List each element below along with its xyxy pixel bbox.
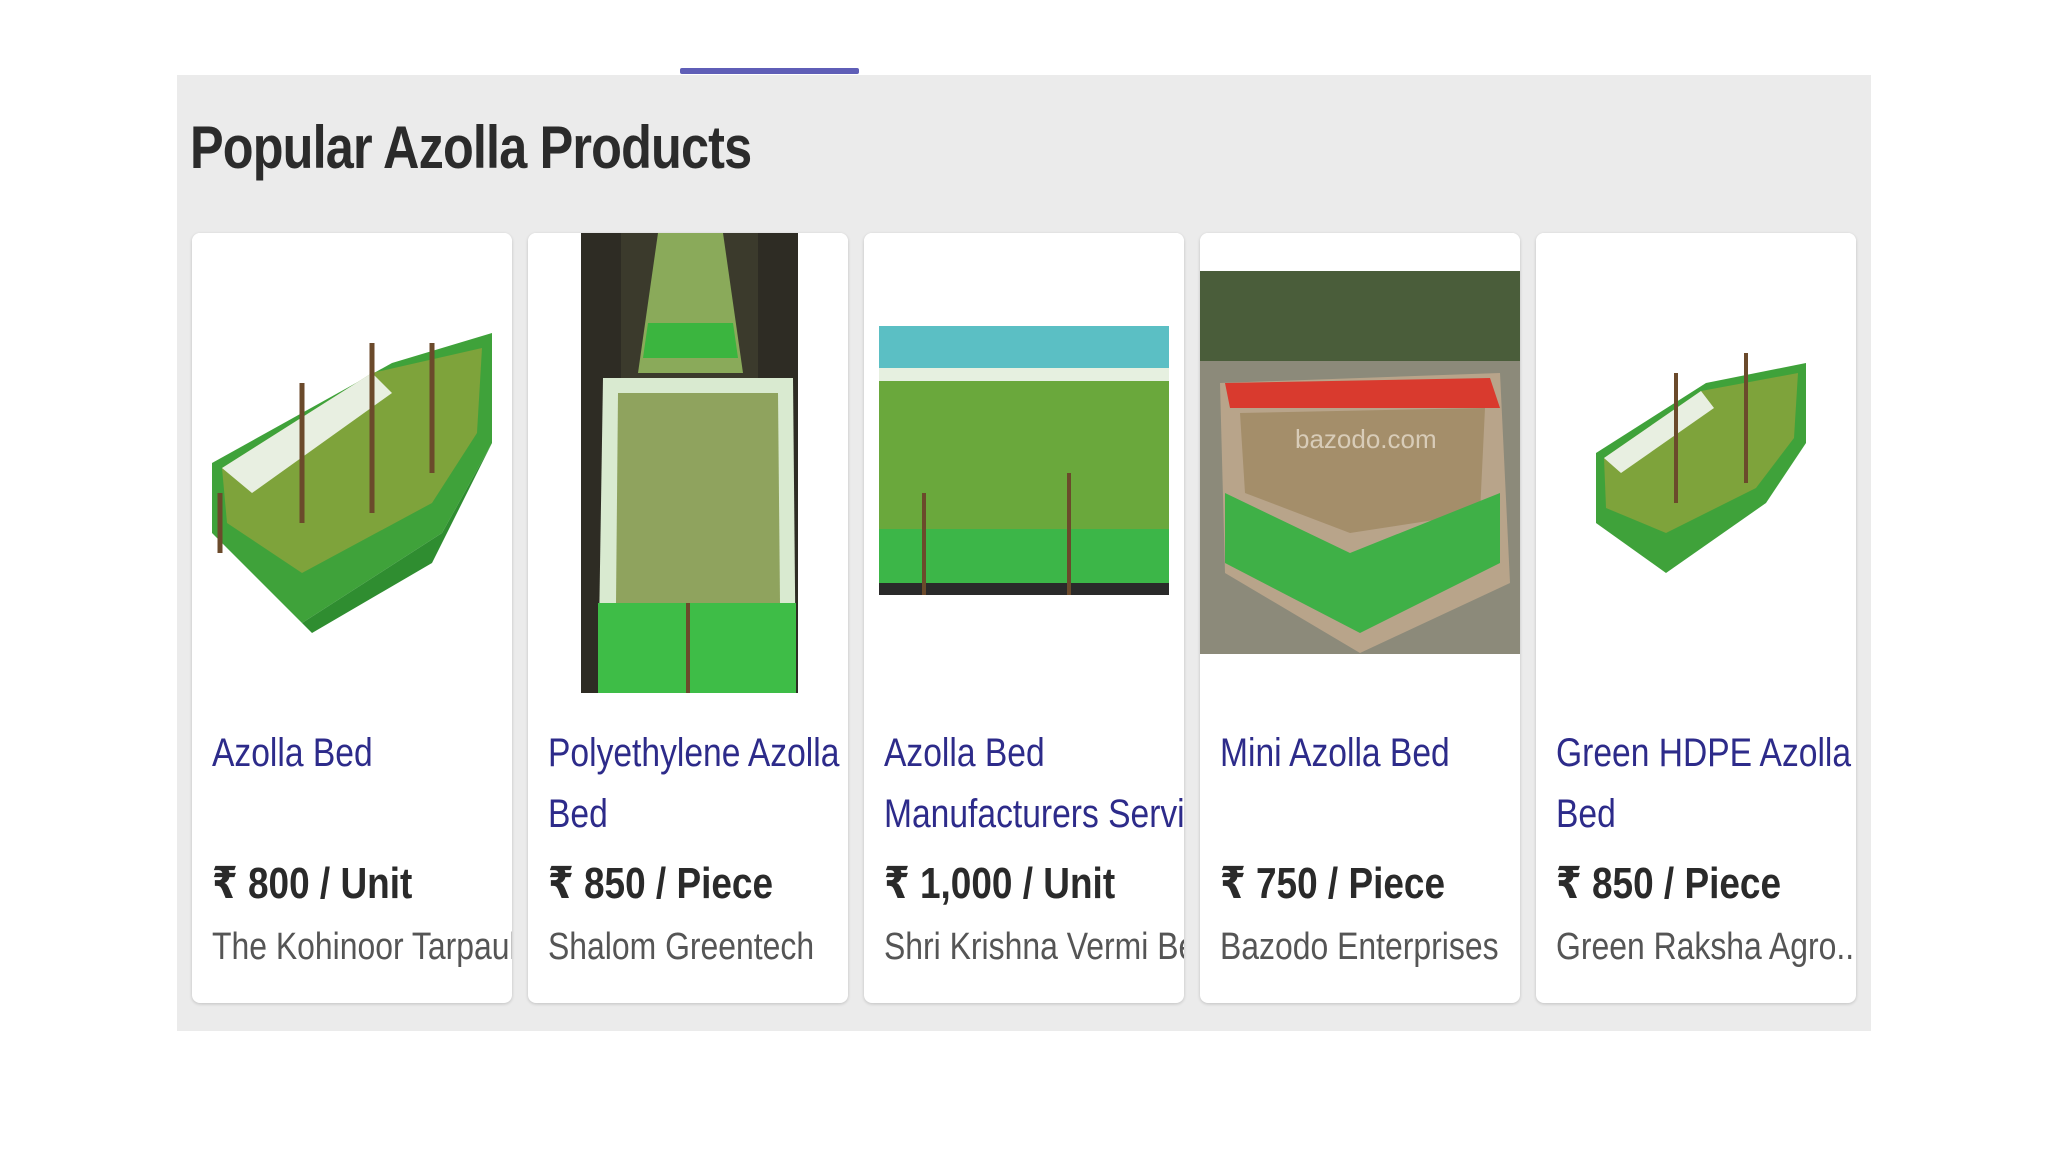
product-price: ₹ 1,000 / Unit [884,859,1116,908]
product-name-link[interactable]: Polyethylene Azolla Bed [548,723,839,845]
product-image[interactable] [864,233,1184,703]
product-name-link[interactable]: Azolla Bed [212,723,460,784]
seller-name-link[interactable]: The Kohinoor Tarpauli... [212,926,512,969]
product-name-link[interactable]: Azolla Bed Manufacturers Service [884,723,1184,845]
product-price: ₹ 850 / Piece [548,859,774,908]
product-card-azolla-bed[interactable]: Azolla Bed ₹ 800 / Unit The Kohinoor Tar… [192,233,512,1003]
seller-name-link[interactable]: Bazodo Enterprises [1220,926,1499,969]
seller-name-link[interactable]: Green Raksha Agro... [1556,926,1856,969]
watermark-text: bazodo.com [1295,424,1437,454]
page: Popular Azolla Products Azolla Bed ₹ 800… [0,0,2048,1152]
product-name-link[interactable]: Mini Azolla Bed [1220,723,1468,784]
product-price: ₹ 800 / Unit [212,859,413,908]
popular-products-panel: Popular Azolla Products Azolla Bed ₹ 800… [177,75,1871,1031]
mini-azolla-bed-image: bazodo.com [1200,271,1520,654]
product-card-mini-azolla-bed[interactable]: bazodo.com Mini Azolla Bed ₹ 750 / Piece… [1200,233,1520,1003]
section-title: Popular Azolla Products [190,114,752,181]
seller-name-link[interactable]: Shalom Greentech [548,926,814,969]
product-card-polyethylene-azolla-bed[interactable]: Polyethylene Azolla Bed ₹ 850 / Piece Sh… [528,233,848,1003]
azolla-bed-service-image [879,326,1169,595]
product-card-azolla-bed-service[interactable]: Azolla Bed Manufacturers Service ₹ 1,000… [864,233,1184,1003]
seller-name-link[interactable]: Shri Krishna Vermi Be... [884,926,1184,969]
polyethylene-azolla-bed-image [581,233,798,693]
product-card-green-hdpe-azolla-bed[interactable]: Green HDPE Azolla Bed ₹ 850 / Piece Gree… [1536,233,1856,1003]
product-image[interactable] [528,233,848,703]
active-tab-indicator [680,68,859,74]
azolla-bed-image [212,333,492,633]
green-hdpe-azolla-bed-image [1596,353,1806,573]
product-name-link[interactable]: Green HDPE Azolla Bed [1556,723,1851,845]
product-image[interactable] [192,233,512,703]
product-price: ₹ 850 / Piece [1556,859,1782,908]
product-price: ₹ 750 / Piece [1220,859,1446,908]
product-image[interactable]: bazodo.com [1200,233,1520,703]
product-image[interactable] [1536,233,1856,703]
